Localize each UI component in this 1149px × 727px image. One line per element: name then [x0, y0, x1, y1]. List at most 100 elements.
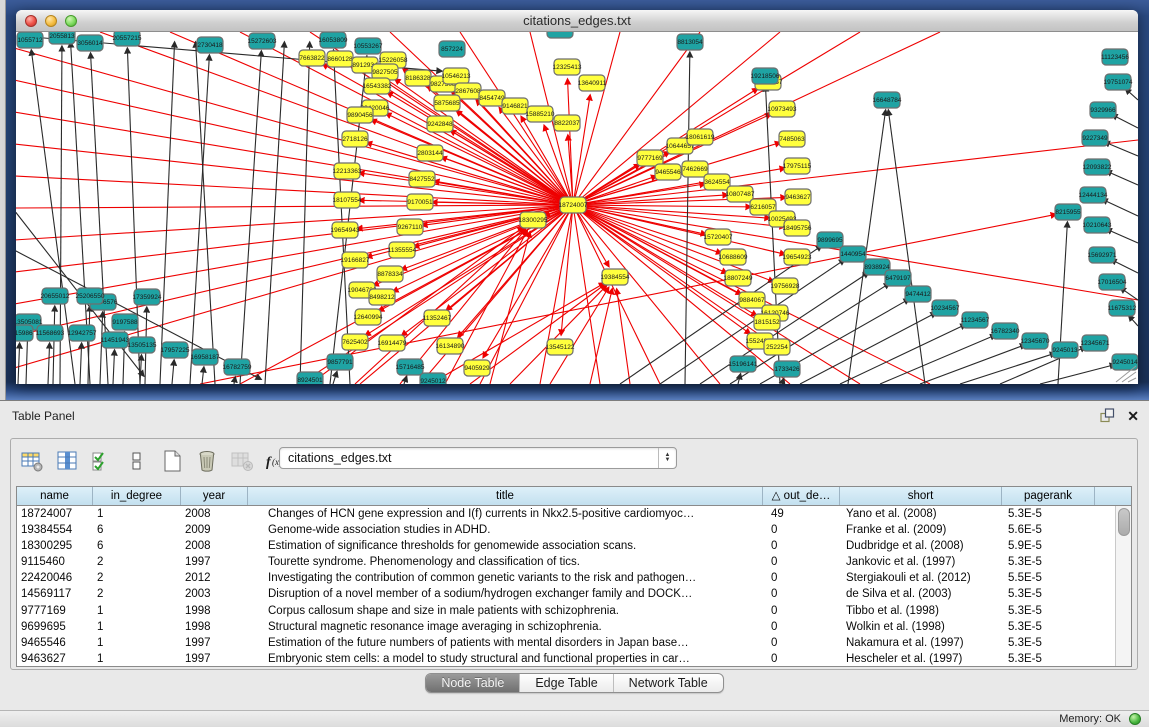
graph-node[interactable]: 16782340 — [991, 323, 1020, 339]
graph-node[interactable]: 15716485 — [396, 359, 425, 375]
graph-node[interactable]: 20557215 — [113, 32, 142, 46]
graph-node[interactable]: 16134890 — [436, 338, 465, 354]
graph-node[interactable]: 8498212 — [369, 289, 395, 305]
graph-node[interactable]: 9227349 — [1082, 130, 1108, 146]
column-header-title[interactable]: title — [248, 487, 763, 505]
scrollbar-thumb[interactable] — [1118, 508, 1130, 536]
table-vertical-scrollbar[interactable] — [1115, 506, 1131, 666]
graph-node[interactable]: 16648784 — [873, 92, 902, 108]
graph-node[interactable]: 9890456 — [347, 107, 373, 123]
delete-table-icon[interactable] — [229, 448, 255, 474]
graph-node[interactable]: 18495756 — [783, 220, 812, 236]
graph-node[interactable]: 15272603 — [248, 33, 277, 49]
graph-node[interactable]: 9465546 — [655, 164, 681, 180]
graph-node[interactable]: 13545122 — [546, 339, 575, 355]
graph-node[interactable]: 1440954 — [840, 246, 866, 262]
graph-node[interactable]: 11352467 — [423, 310, 452, 326]
graph-node[interactable]: 13640911 — [578, 75, 607, 91]
graph-node[interactable]: 3624554 — [704, 174, 730, 190]
graph-node[interactable]: 8924501 — [297, 372, 323, 384]
graph-node[interactable]: 9170051 — [407, 194, 433, 210]
graph-node[interactable]: 2055813 — [49, 32, 75, 44]
graph-node[interactable]: 18107554 — [333, 192, 362, 208]
graph-node[interactable]: 2718126 — [342, 131, 368, 147]
graph-node[interactable]: 17957225 — [161, 342, 190, 358]
table-row[interactable]: 1872400712008Changes of HCN gene express… — [17, 506, 1131, 522]
graph-node[interactable]: 6479197 — [885, 270, 911, 286]
graph-node[interactable]: 18807249 — [724, 270, 753, 286]
graph-node[interactable]: 8813054 — [677, 34, 703, 50]
graph-node[interactable]: 10973493 — [768, 101, 797, 117]
graph-node[interactable]: 857224 — [439, 41, 465, 57]
graph-node[interactable]: 17975115 — [783, 158, 812, 174]
graph-node[interactable]: 20655012 — [41, 288, 70, 304]
graph-node[interactable]: 3056014 — [77, 35, 103, 51]
table-row[interactable]: 1456911722003Disruption of a novel membe… — [17, 586, 1131, 602]
graph-node[interactable]: 9463627 — [785, 189, 811, 205]
graph-node[interactable]: 10234567 — [931, 300, 960, 316]
column-header-short[interactable]: short — [840, 487, 1002, 505]
select-column-icon[interactable] — [54, 448, 80, 474]
tab-network-table[interactable]: Network Table — [614, 674, 723, 692]
graph-node[interactable]: 9242848 — [427, 116, 453, 132]
table-row[interactable]: 1938455462009Genome-wide association stu… — [17, 522, 1131, 538]
graph-node[interactable]: 8186328 — [405, 70, 431, 86]
graph-node[interactable]: 10688609 — [719, 249, 748, 265]
graph-node[interactable]: 12640994 — [354, 309, 383, 325]
graph-node[interactable]: 9884067 — [739, 292, 765, 308]
graph-node[interactable]: 10546213 — [442, 68, 471, 84]
graph-node[interactable]: 5875685 — [434, 95, 460, 111]
graph-node[interactable]: 9267110 — [397, 219, 423, 235]
graph-node[interactable]: 11675312 — [1108, 300, 1137, 316]
graph-node[interactable]: 12942757 — [68, 325, 97, 341]
graph-node[interactable]: 19218506 — [751, 68, 780, 84]
graph-node[interactable]: 25206550 — [76, 288, 105, 304]
column-header-year[interactable]: year — [181, 487, 248, 505]
graph-node[interactable]: 9474412 — [905, 286, 931, 302]
table-row[interactable]: 1830029562008Estimation of significance … — [17, 538, 1131, 554]
select-all-icon[interactable] — [89, 448, 115, 474]
graph-node[interactable]: 7462669 — [682, 161, 708, 177]
graph-node[interactable]: 11234567 — [961, 312, 990, 328]
graph-node[interactable]: 12444134 — [1079, 187, 1108, 203]
graph-node[interactable]: 3915986 — [16, 325, 33, 341]
graph-node[interactable]: 16958187 — [191, 349, 220, 365]
graph-node[interactable]: 19751074 — [1104, 74, 1133, 90]
new-table-icon[interactable] — [159, 448, 185, 474]
graph-node[interactable]: 9899695 — [817, 232, 843, 248]
graph-node[interactable]: 19654943 — [331, 222, 360, 238]
graph-node[interactable]: 15720407 — [704, 229, 733, 245]
graph-node[interactable]: 8822037 — [554, 115, 580, 131]
table-row[interactable]: 946362711997Embryonic stem cells: a mode… — [17, 651, 1131, 667]
graph-node[interactable]: 9245012 — [420, 373, 446, 384]
graph-node[interactable]: 18724007 — [559, 197, 588, 213]
graph-node[interactable]: 12325413 — [553, 59, 582, 75]
graph-node[interactable]: 7625402 — [342, 334, 368, 350]
graph-node[interactable]: 9197588 — [112, 314, 138, 330]
graph-node[interactable]: 9146821 — [502, 98, 528, 114]
graph-node[interactable]: 10210643 — [1083, 217, 1112, 233]
graph-node[interactable]: 8215955 — [1055, 204, 1081, 220]
column-header-name[interactable]: name — [17, 487, 93, 505]
graph-node[interactable]: 9857791 — [327, 354, 353, 370]
table-row[interactable]: 2242004622012Investigating the contribut… — [17, 570, 1131, 586]
float-panel-icon[interactable] — [1100, 408, 1115, 423]
graph-node[interactable]: 10553267 — [354, 38, 383, 54]
graph-node[interactable]: 2803144 — [417, 145, 443, 161]
tab-node-table[interactable]: Node Table — [426, 674, 520, 692]
graph-node[interactable]: 11451943 — [101, 332, 130, 348]
unselect-all-icon[interactable] — [124, 448, 150, 474]
graph-node[interactable]: 16782759 — [223, 359, 252, 375]
graph-node[interactable]: 16053809 — [319, 32, 348, 48]
graph-node[interactable]: 1055712 — [17, 32, 43, 48]
graph-node[interactable]: 15692971 — [1088, 247, 1117, 263]
graph-node[interactable]: 11123456 — [1101, 49, 1129, 65]
graph-node[interactable]: 11568693 — [36, 325, 65, 341]
table-row[interactable]: 946554611997Estimation of the future num… — [17, 635, 1131, 651]
column-header-out_de[interactable]: △ out_de… — [763, 487, 840, 505]
delete-entry-icon[interactable] — [194, 448, 220, 474]
graph-node[interactable]: 5872241 — [547, 32, 573, 38]
graph-node[interactable]: 19756928 — [771, 278, 800, 294]
graph-node[interactable]: 2730418 — [197, 37, 223, 53]
graph-node[interactable]: 19166827 — [341, 252, 370, 268]
